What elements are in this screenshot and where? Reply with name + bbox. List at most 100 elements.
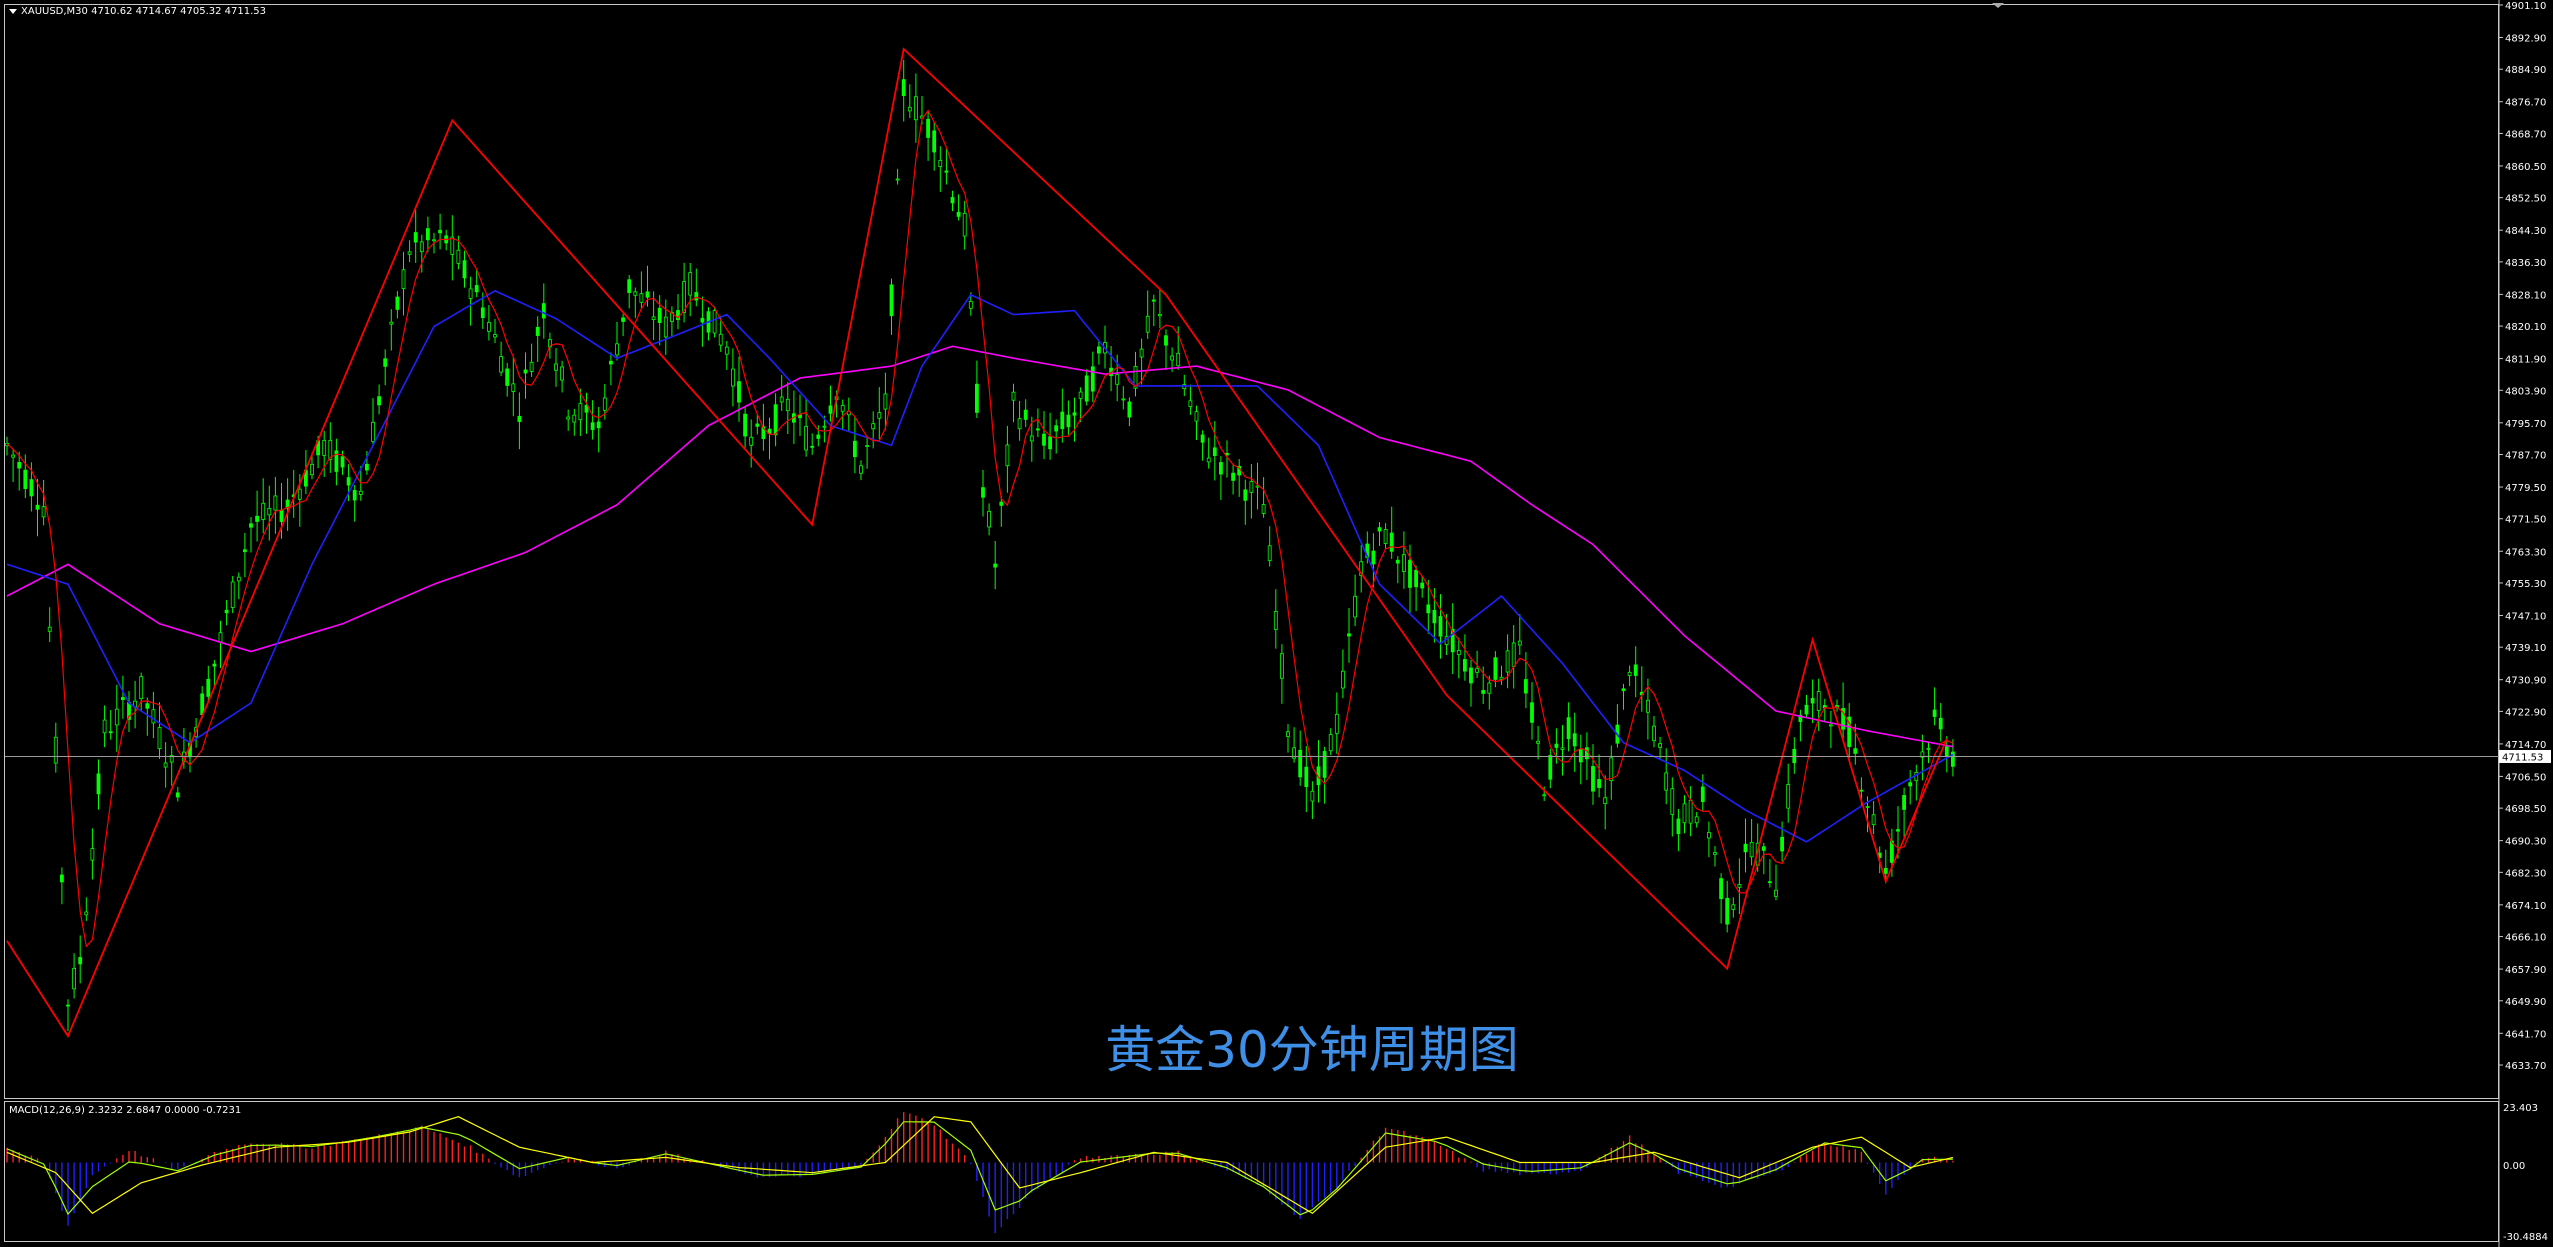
price-tick-label: 4690.30 (2505, 837, 2546, 848)
candle-body (236, 576, 241, 582)
candle-body (1017, 418, 1022, 430)
candle-body (1664, 772, 1669, 791)
candle-body (1139, 348, 1144, 358)
price-tick-label: 4787.70 (2505, 451, 2546, 462)
candle-body (1505, 650, 1510, 673)
price-tick-label: 4901.10 (2505, 1, 2546, 12)
candle-body (1481, 690, 1486, 694)
candle-body (1219, 462, 1223, 475)
candle-body (1938, 717, 1943, 730)
candle-body (1420, 582, 1425, 589)
candle-body (145, 703, 150, 709)
candle-body (11, 454, 16, 458)
candle-body (596, 421, 601, 429)
candle-body (1463, 659, 1467, 672)
price-tick-label: 4892.90 (2505, 34, 2546, 45)
candle-body (1731, 904, 1736, 910)
candle-body (346, 477, 351, 486)
candle-body (572, 414, 577, 423)
candle-body (1591, 766, 1595, 792)
candle-body (1926, 748, 1931, 750)
candle-body (1097, 346, 1101, 354)
candle-body (114, 708, 119, 726)
candle-body (96, 773, 101, 795)
candle-body (242, 549, 247, 553)
candle-body (78, 957, 83, 965)
candle-body (785, 398, 790, 412)
candle-body (993, 563, 998, 568)
candle-body (694, 292, 699, 301)
candle-body (1829, 724, 1833, 727)
candle-body (1078, 391, 1083, 399)
candle-body (1005, 444, 1010, 467)
candle-body (1908, 782, 1913, 787)
candle-body (1621, 688, 1626, 692)
candle-body (505, 368, 510, 386)
candle-body (1280, 653, 1284, 679)
price-tick-label: 4714.70 (2505, 740, 2546, 751)
candle-body (297, 488, 302, 500)
candle-body (401, 269, 406, 289)
candle-body (1273, 611, 1278, 630)
candle-body (602, 397, 607, 411)
candle-body (535, 326, 540, 336)
price-tick-label: 4633.70 (2505, 1061, 2546, 1072)
candle-body (1402, 554, 1406, 572)
candle-body (755, 423, 760, 427)
candle-body (938, 160, 943, 167)
price-tick-label: 4828.10 (2505, 290, 2546, 301)
candle-body (1176, 352, 1181, 367)
candle-body (633, 291, 638, 296)
candle-body (1090, 366, 1095, 392)
candle-body (352, 490, 357, 501)
candle-body (932, 130, 937, 153)
price-tick-label: 4876.70 (2505, 98, 2546, 109)
candle-body (1115, 374, 1120, 385)
price-tick-label: 4803.90 (2505, 386, 2546, 397)
candle-body (1633, 664, 1638, 676)
candle-body (645, 291, 650, 298)
candle-body (157, 727, 162, 750)
candle-body (853, 440, 857, 458)
candle-body (206, 678, 211, 697)
candle-body (1780, 836, 1784, 852)
candle-body (731, 368, 735, 387)
candle-body (590, 422, 595, 430)
candle-body (218, 632, 223, 643)
price-tick-label: 4682.30 (2505, 868, 2546, 879)
candle-body (1060, 411, 1065, 430)
price-tick-label: 4657.90 (2505, 965, 2546, 976)
candle-body (462, 260, 467, 279)
candle-body (541, 303, 546, 319)
candle-body (17, 461, 22, 469)
candle-body (1414, 569, 1418, 588)
candle-body (224, 609, 229, 614)
candle-body (1377, 527, 1382, 532)
candle-body (407, 251, 412, 255)
candle-body (151, 709, 156, 724)
candle-body (1743, 843, 1748, 853)
candle-body (828, 405, 833, 414)
candle-body (1145, 315, 1150, 333)
candle-body (371, 421, 375, 442)
candle-body (1511, 642, 1516, 667)
candle-body (1432, 610, 1437, 624)
price-tick-label: 4763.30 (2505, 547, 2546, 558)
candle-body (1578, 749, 1583, 763)
candle-body (566, 416, 571, 420)
candle-body (895, 178, 900, 181)
candle-body (968, 301, 973, 309)
candle-body (883, 393, 888, 410)
candle-body (499, 356, 504, 373)
candle-body (1646, 699, 1650, 713)
candle-body (450, 236, 455, 255)
candle-body (981, 487, 985, 498)
candle-body (1859, 789, 1864, 792)
candle-body (1469, 667, 1473, 684)
candle-body (1517, 640, 1522, 646)
candle-body (432, 239, 436, 242)
price-tick-label: 4739.10 (2505, 643, 2546, 654)
candle-body (511, 383, 516, 392)
candle-body (438, 229, 443, 234)
candle-body (395, 296, 400, 310)
